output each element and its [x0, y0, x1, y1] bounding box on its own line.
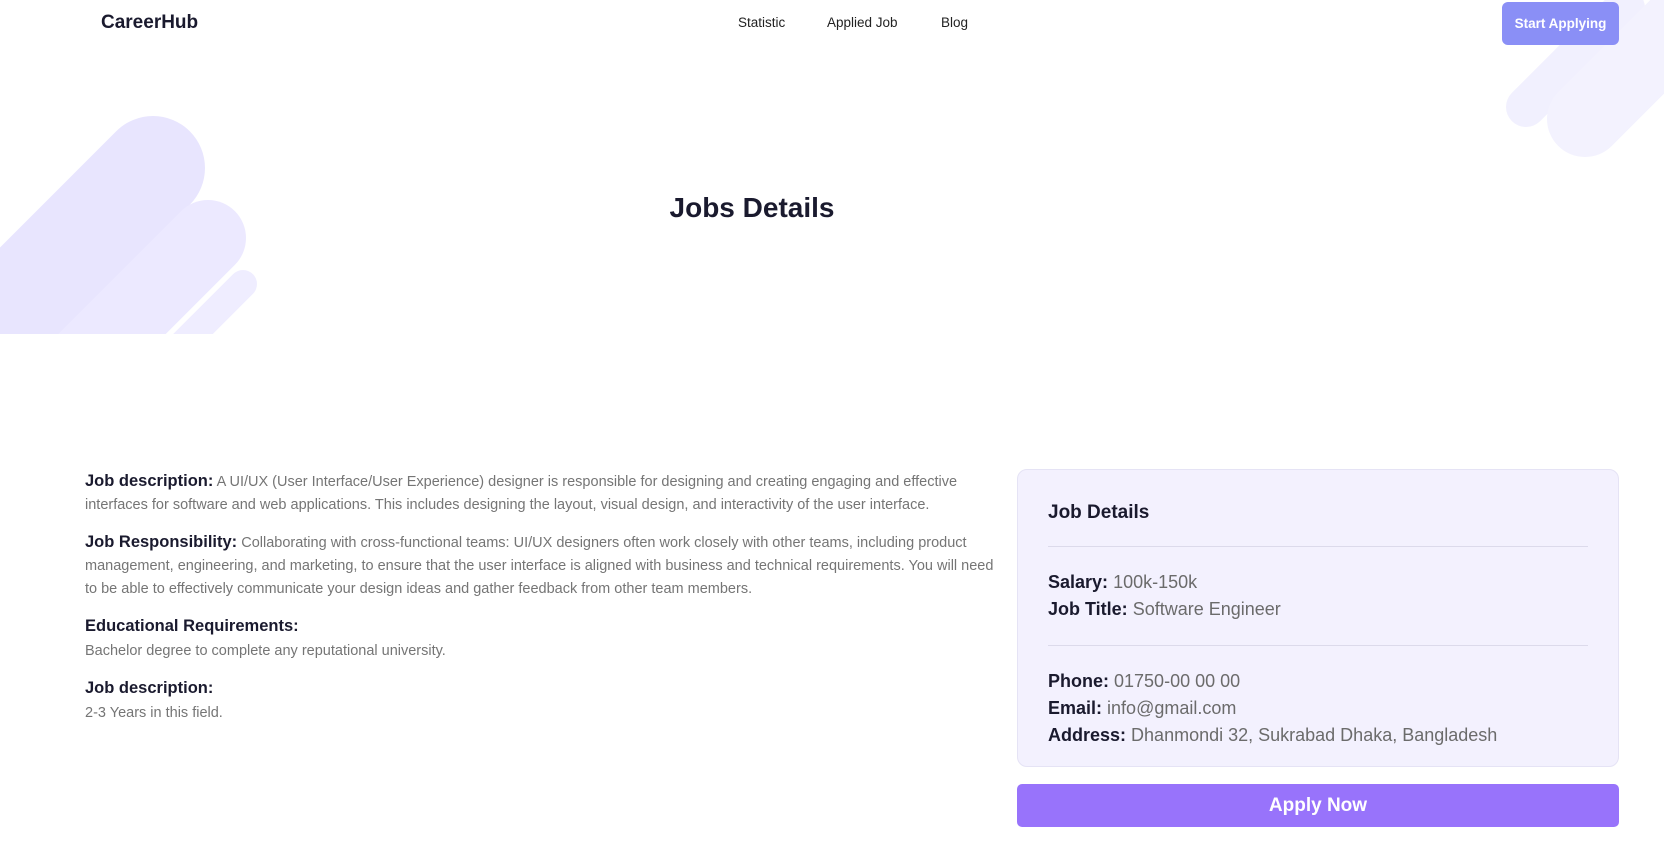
email-row: Email: info@gmail.com: [1048, 695, 1588, 722]
salary-row: Salary: 100k-150k: [1048, 569, 1588, 596]
job-description-text: A UI/UX (User Interface/User Experience)…: [85, 474, 958, 513]
email-label: Email:: [1048, 698, 1103, 718]
card-divider: [1048, 546, 1588, 547]
job-details-card: Job Details Salary: 100k-150k Job Title:…: [1017, 469, 1619, 767]
experience-paragraph: Job description: 2-3 Years in this field…: [85, 677, 995, 725]
salary-label: Salary:: [1048, 572, 1109, 592]
nav-link-applied-job[interactable]: Applied Job: [827, 15, 898, 30]
brand-logo[interactable]: CareerHub: [101, 12, 198, 34]
page-title: Jobs Details: [669, 192, 835, 223]
phone-label: Phone:: [1048, 671, 1109, 691]
educational-requirements-label: Educational Requirements:: [85, 617, 299, 635]
job-details-card-title: Job Details: [1048, 502, 1150, 523]
job-responsibility-label: Job Responsibility:: [85, 533, 238, 551]
educational-requirements-text: Bachelor degree to complete any reputati…: [85, 643, 446, 659]
email-value: info@gmail.com: [1107, 698, 1237, 718]
job-description-paragraph: Job description: A UI/UX (User Interface…: [85, 470, 995, 517]
address-row: Address: Dhanmondi 32, Sukrabad Dhaka, B…: [1048, 722, 1588, 749]
address-value: Dhanmondi 32, Sukrabad Dhaka, Bangladesh: [1131, 725, 1498, 745]
job-description-label: Job description:: [85, 472, 214, 490]
job-title-row: Job Title: Software Engineer: [1048, 596, 1588, 623]
phone-value: 01750-00 00 00: [1114, 671, 1241, 691]
experience-text: 2-3 Years in this field.: [85, 705, 223, 721]
job-description-section: Job description: A UI/UX (User Interface…: [85, 470, 995, 739]
experience-label: Job description:: [85, 679, 214, 697]
nav-link-statistic[interactable]: Statistic: [738, 15, 785, 30]
job-responsibility-paragraph: Job Responsibility: Collaborating with c…: [85, 531, 995, 601]
nav-link-blog[interactable]: Blog: [941, 15, 968, 30]
educational-requirements-paragraph: Educational Requirements: Bachelor degre…: [85, 615, 995, 663]
phone-row: Phone: 01750-00 00 00: [1048, 668, 1588, 695]
job-title-value: Software Engineer: [1132, 599, 1281, 619]
start-applying-button[interactable]: Start Applying: [1502, 2, 1619, 45]
apply-now-button[interactable]: Apply Now: [1017, 784, 1619, 827]
top-navbar: CareerHub Statistic Applied Job Blog Sta…: [0, 0, 1664, 50]
job-title-label: Job Title:: [1048, 599, 1128, 619]
address-label: Address:: [1048, 725, 1127, 745]
salary-value: 100k-150k: [1113, 572, 1198, 592]
card-divider: [1048, 645, 1588, 646]
